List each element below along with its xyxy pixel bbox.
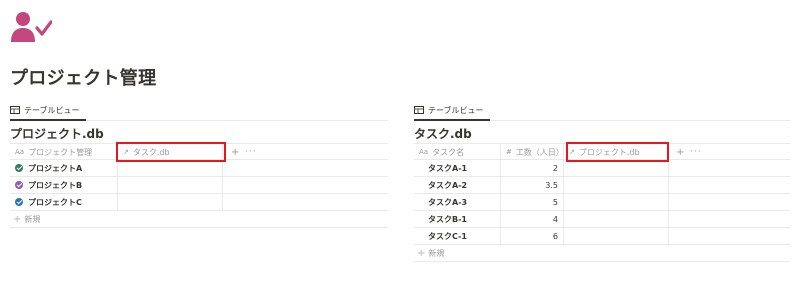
effort-cell[interactable]: 4 — [501, 211, 564, 227]
tasks-table: Aa タスク名 # 工数（人日） ↗ プロジェクト.db + ··· タスクA-… — [414, 142, 790, 262]
table-row[interactable]: タスクA-1 2 — [414, 160, 790, 177]
effort-cell[interactable]: 6 — [501, 228, 564, 244]
effort-cell[interactable]: 2 — [501, 160, 564, 176]
projects-table: Aa プロジェクト管理 ↗ タスク.db + ··· プロジェクトA プロジェク… — [10, 142, 388, 228]
row-name-cell[interactable]: タスクA-1 — [414, 160, 501, 176]
column-header-relation[interactable]: ↗ タスク.db — [118, 144, 223, 160]
relation-cell[interactable] — [118, 160, 223, 176]
column-header-name[interactable]: Aa プロジェクト管理 — [10, 144, 118, 160]
database-title[interactable]: プロジェクト.db — [10, 126, 388, 143]
database-title[interactable]: タスク.db — [414, 126, 790, 143]
plus-icon: + — [417, 247, 426, 259]
relation-icon: ↗ — [123, 148, 129, 156]
table-row[interactable]: プロジェクトA — [10, 160, 388, 177]
view-tabs: テーブルビュー — [10, 101, 388, 121]
table-row[interactable]: タスクA-3 5 — [414, 194, 790, 211]
table-icon — [414, 106, 424, 114]
relation-cell[interactable] — [564, 177, 669, 193]
row-name-cell[interactable]: タスクA-3 — [414, 194, 501, 210]
row-name-cell[interactable]: プロジェクトB — [10, 177, 118, 193]
column-header-relation[interactable]: ↗ プロジェクト.db — [564, 144, 669, 160]
check-icon — [15, 164, 23, 172]
relation-cell[interactable] — [564, 194, 669, 210]
relation-cell[interactable] — [564, 228, 669, 244]
table-header: Aa プロジェクト管理 ↗ タスク.db + ··· — [10, 143, 388, 160]
tasks-database: テーブルビュー タスク.db Aa タスク名 # 工数（人日） ↗ プロジェクト… — [414, 101, 790, 262]
tab-label: テーブルビュー — [24, 105, 80, 115]
add-property-button[interactable]: + — [671, 144, 685, 160]
page-title: プロジェクト管理 — [10, 68, 157, 89]
tab-table-view[interactable]: テーブルビュー — [414, 101, 490, 121]
table-row[interactable]: タスクB-1 4 — [414, 211, 790, 228]
relation-icon: ↗ — [569, 148, 575, 156]
relation-cell[interactable] — [118, 194, 223, 210]
table-icon — [10, 106, 20, 114]
column-header-name[interactable]: Aa タスク名 — [414, 144, 501, 160]
effort-cell[interactable]: 3.5 — [501, 177, 564, 193]
number-property-icon: # — [506, 148, 512, 156]
projects-database: テーブルビュー プロジェクト.db Aa プロジェクト管理 ↗ タスク.db +… — [10, 101, 388, 228]
effort-cell[interactable]: 5 — [501, 194, 564, 210]
new-row-button[interactable]: + 新規 — [414, 245, 790, 262]
table-row[interactable]: タスクC-1 6 — [414, 228, 790, 245]
row-name-cell[interactable]: プロジェクトC — [10, 194, 118, 210]
table-header: Aa タスク名 # 工数（人日） ↗ プロジェクト.db + ··· — [414, 143, 790, 160]
table-row[interactable]: プロジェクトC — [10, 194, 388, 211]
new-row-button[interactable]: + 新規 — [10, 211, 388, 228]
more-options-button[interactable]: ··· — [240, 144, 260, 160]
more-options-button[interactable]: ··· — [685, 144, 705, 160]
relation-cell[interactable] — [564, 211, 669, 227]
add-property-button[interactable]: + — [226, 144, 240, 160]
relation-cell[interactable] — [564, 160, 669, 176]
view-tabs: テーブルビュー — [414, 101, 790, 121]
relation-cell[interactable] — [118, 177, 223, 193]
check-icon — [15, 181, 23, 189]
column-header-effort[interactable]: # 工数（人日） — [501, 144, 564, 160]
text-property-icon: Aa — [15, 148, 25, 156]
row-name-cell[interactable]: タスクA-2 — [414, 177, 501, 193]
table-row[interactable]: タスクA-2 3.5 — [414, 177, 790, 194]
tab-table-view[interactable]: テーブルビュー — [10, 101, 86, 121]
tab-label: テーブルビュー — [428, 105, 484, 115]
row-name-cell[interactable]: タスクC-1 — [414, 228, 501, 244]
check-icon — [15, 198, 23, 206]
row-name-cell[interactable]: タスクB-1 — [414, 211, 501, 227]
user-check-icon — [11, 12, 52, 42]
table-row[interactable]: プロジェクトB — [10, 177, 388, 194]
row-name-cell[interactable]: プロジェクトA — [10, 160, 118, 176]
text-property-icon: Aa — [419, 148, 429, 156]
plus-icon: + — [13, 213, 22, 225]
